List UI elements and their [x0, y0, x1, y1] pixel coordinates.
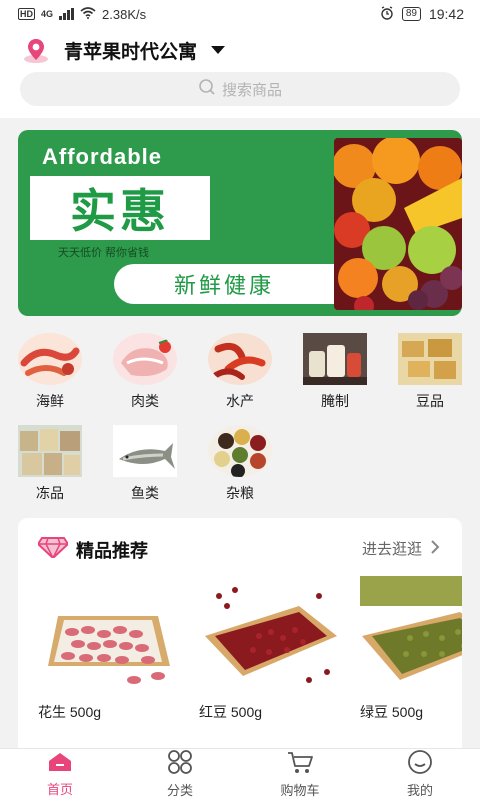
recommend-title: 精品推荐: [76, 540, 148, 561]
banner-subtext: 天天低价 帮你省钱: [58, 247, 150, 259]
product-image-red-bean: [199, 576, 339, 694]
home-icon: [47, 751, 73, 776]
tab-home-label: 首页: [46, 782, 73, 797]
category-label: 鱼类: [131, 485, 159, 501]
location-selector[interactable]: 青苹果时代公寓: [20, 36, 226, 64]
tab-cart[interactable]: 购物车: [240, 749, 360, 800]
banner-headline-cn: 实惠: [70, 185, 170, 237]
category-meat[interactable]: 肉类: [105, 333, 185, 411]
product-name: 花生 500g: [38, 704, 102, 720]
seafood-image: [18, 333, 82, 385]
fruit-image: [334, 138, 462, 310]
search-placeholder: 搜索商品: [221, 81, 282, 99]
meat-image: [113, 333, 177, 385]
clock: 19:42: [428, 6, 464, 22]
category-seafood[interactable]: 海鲜: [10, 333, 90, 411]
location-pin-icon: [20, 36, 52, 64]
signal-icon: [59, 8, 75, 20]
banner-pill: 新鲜健康: [114, 264, 334, 304]
tab-category-label: 分类: [166, 783, 193, 798]
banner-pill-text: 新鲜健康: [173, 273, 274, 298]
product-image-mung-bean: [360, 576, 462, 694]
category-aquatic[interactable]: 水产: [200, 333, 280, 411]
search-icon: [198, 78, 216, 100]
fish-image: [113, 425, 177, 477]
product-card[interactable]: 花生 500g: [38, 576, 188, 722]
category-frozen[interactable]: 冻品: [10, 425, 90, 503]
grains-image: [208, 425, 272, 477]
smile-icon: [407, 750, 433, 777]
category-grains[interactable]: 杂粮: [200, 425, 280, 503]
category-label: 腌制: [321, 393, 349, 409]
tab-profile-label: 我的: [406, 783, 433, 798]
net-speed: 2.38K/s: [102, 6, 147, 22]
status-bar: HD 4G 2.38K/s 89 19:42: [0, 0, 480, 28]
browse-more-label: 进去逛逛: [361, 541, 422, 558]
location-title: 青苹果时代公寓: [64, 41, 198, 63]
category-tofu[interactable]: 豆品: [390, 333, 470, 411]
tab-profile[interactable]: 我的: [360, 749, 480, 800]
tab-cart-label: 购物车: [280, 783, 320, 798]
caret-down-icon: [211, 46, 226, 54]
bottom-tab-bar: 首页 分类 购物车 我的: [0, 748, 480, 800]
browse-more-link[interactable]: 进去逛逛: [362, 538, 440, 559]
wifi-icon: [80, 6, 96, 22]
category-fish[interactable]: 鱼类: [105, 425, 185, 503]
aquatic-image: [208, 333, 272, 385]
category-label: 豆品: [416, 393, 444, 409]
network-type: 4G: [41, 9, 54, 19]
banner-headline-card: 实惠: [30, 176, 210, 240]
app-header: 青苹果时代公寓 搜索商品: [0, 28, 480, 118]
cart-icon: [286, 750, 314, 777]
tab-category[interactable]: 分类: [120, 749, 240, 800]
category-label: 水产: [226, 393, 254, 409]
category-label: 肉类: [131, 393, 159, 409]
recommend-section: 精品推荐 进去逛逛 花生 500g 红豆 500g 绿豆 500g: [18, 518, 462, 758]
grid-icon: [167, 750, 193, 777]
category-label: 杂粮: [226, 485, 254, 501]
product-card[interactable]: 红豆 500g: [199, 576, 349, 722]
tofu-image: [398, 333, 462, 385]
frozen-image: [18, 425, 82, 477]
banner-headline-en: Affordable: [42, 144, 162, 169]
tab-home[interactable]: 首页: [0, 749, 120, 800]
diamond-icon: [36, 536, 70, 563]
product-name: 红豆 500g: [199, 704, 263, 720]
category-label: 海鲜: [36, 393, 64, 409]
product-name: 绿豆 500g: [360, 704, 424, 720]
chevron-right-icon: [430, 539, 440, 558]
alarm-icon: [380, 5, 394, 23]
product-card[interactable]: 绿豆 500g: [360, 576, 462, 722]
hd-indicator: HD: [18, 8, 35, 20]
promo-banner[interactable]: Affordable 实惠 天天低价 帮你省钱 新鲜健康: [18, 130, 462, 316]
product-image-peanut: [38, 576, 178, 694]
category-pickled[interactable]: 腌制: [295, 333, 375, 411]
pickled-image: [303, 333, 367, 385]
category-label: 冻品: [36, 485, 64, 501]
search-bar[interactable]: 搜索商品: [20, 72, 460, 106]
battery-icon: 89: [401, 7, 421, 21]
